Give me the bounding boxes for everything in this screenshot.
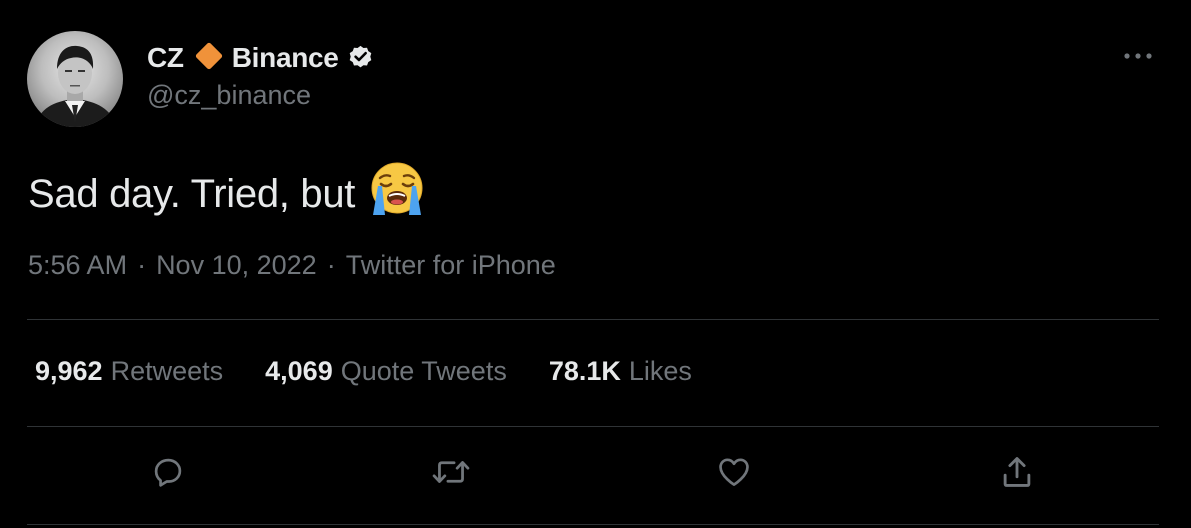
tweet-body: Sad day. Tried, but <box>28 171 356 216</box>
tweet-meta: 5:56 AM · Nov 10, 2022 · Twitter for iPh… <box>28 250 556 281</box>
divider <box>27 319 1159 320</box>
divider <box>27 524 1159 525</box>
like-button[interactable] <box>714 452 754 492</box>
tweet-date[interactable]: Nov 10, 2022 <box>156 250 317 281</box>
meta-separator: · <box>326 250 336 280</box>
orange-diamond-icon <box>192 39 226 78</box>
retweet-button[interactable] <box>431 452 471 492</box>
retweet-icon <box>432 461 470 483</box>
avatar[interactable] <box>27 31 123 127</box>
likes-count: 78.1K <box>548 356 621 386</box>
reply-icon <box>154 458 182 487</box>
retweets-label: Retweets <box>110 356 224 386</box>
quote-tweets-count: 4,069 <box>265 356 333 386</box>
meta-separator: · <box>137 250 147 280</box>
tweet-source[interactable]: Twitter for iPhone <box>346 250 556 281</box>
retweets-stat[interactable]: 9,962 Retweets <box>35 356 223 387</box>
likes-stat[interactable]: 78.1K Likes <box>549 356 692 387</box>
more-options-icon[interactable] <box>1122 46 1154 71</box>
heart-icon <box>719 458 749 487</box>
author-name-row[interactable]: CZ Binance <box>147 38 374 78</box>
quote-tweets-label: Quote Tweets <box>340 356 507 386</box>
tweet-stats: 9,962 Retweets 4,069 Quote Tweets 78.1K … <box>35 356 734 387</box>
retweets-count: 9,962 <box>35 356 103 386</box>
author-handle[interactable]: @cz_binance <box>147 80 311 111</box>
loudly-crying-face-icon <box>369 161 425 227</box>
reply-button[interactable] <box>148 452 188 492</box>
share-icon <box>1003 457 1031 487</box>
likes-label: Likes <box>628 356 692 386</box>
quote-tweets-stat[interactable]: 4,069 Quote Tweets <box>265 356 507 387</box>
tweet-text: Sad day. Tried, but <box>28 161 425 227</box>
display-name-suffix[interactable]: Binance <box>232 42 339 74</box>
display-name-prefix[interactable]: CZ <box>147 42 184 74</box>
avatar-photo <box>35 45 117 127</box>
share-button[interactable] <box>997 452 1037 492</box>
verified-badge-icon <box>347 43 374 75</box>
tweet-time[interactable]: 5:56 AM <box>28 250 127 281</box>
divider <box>27 426 1159 427</box>
